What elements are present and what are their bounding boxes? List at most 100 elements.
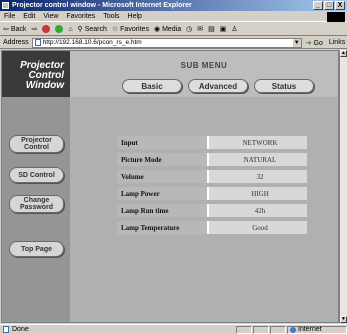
- history-button[interactable]: ◷: [186, 25, 192, 33]
- address-bar: Address http://192.168.10.6/pcon_rs_e.ht…: [0, 37, 347, 49]
- globe-icon: [290, 326, 296, 333]
- window-title: Projector control window - Microsoft Int…: [12, 2, 192, 9]
- print-icon: ▤: [208, 26, 215, 33]
- tab-advanced[interactable]: Advanced: [188, 79, 248, 93]
- edit-icon: ▣: [219, 26, 227, 33]
- mail-button[interactable]: ✉: [197, 25, 203, 33]
- menu-file[interactable]: File: [4, 13, 15, 20]
- status-label: Lamp Power: [117, 187, 207, 200]
- address-label: Address: [3, 39, 29, 46]
- search-label: Search: [84, 25, 107, 33]
- favorites-label: Favorites: [120, 25, 149, 33]
- go-label: Go: [313, 39, 323, 47]
- zone-label: Internet: [298, 326, 322, 333]
- refresh-icon: [55, 25, 64, 33]
- tab-status[interactable]: Status: [254, 79, 314, 93]
- toolbar: ⇦ Back ⇨ ⌂ ⚲ Search ☆ Favorites ◉ Media …: [0, 23, 347, 36]
- forward-arrow-icon: ⇨: [31, 26, 38, 33]
- address-input[interactable]: http://192.168.10.6/pcon_rs_e.htm ▼: [31, 37, 302, 48]
- table-row: Lamp Run time 42h: [117, 204, 307, 217]
- back-button[interactable]: ⇦ Back: [3, 25, 27, 34]
- search-button[interactable]: ⚲ Search: [77, 25, 107, 34]
- sidebar: Projector Control Window Projector Contr…: [2, 51, 70, 322]
- status-value: Good: [207, 221, 307, 234]
- forward-button[interactable]: ⇨: [31, 25, 37, 33]
- home-icon: ⌂: [68, 25, 73, 33]
- status-label: Picture Mode: [117, 153, 207, 166]
- back-arrow-icon: ⇦: [3, 26, 9, 33]
- brand-line-3: Window: [25, 80, 64, 91]
- menu-view[interactable]: View: [43, 13, 58, 20]
- tab-basic[interactable]: Basic: [122, 79, 182, 93]
- status-label: Lamp Run time: [117, 204, 207, 217]
- close-button[interactable]: X: [335, 1, 345, 10]
- table-row: Picture Mode NATURAL: [117, 153, 307, 166]
- star-icon: ☆: [111, 26, 119, 33]
- table-row: Lamp Temperature Good: [117, 221, 307, 234]
- sidebar-item-projector-control[interactable]: Projector Control: [9, 135, 64, 153]
- mail-icon: ✉: [197, 26, 204, 33]
- page-title: SUB MENU: [180, 61, 228, 70]
- status-bar: Done Internet: [0, 324, 347, 334]
- status-label: Input: [117, 136, 207, 149]
- page-icon: [3, 326, 9, 333]
- ie-icon: [2, 2, 9, 9]
- menu-edit[interactable]: Edit: [23, 13, 35, 20]
- windows-logo-icon: [327, 12, 345, 22]
- status-value: NATURAL: [207, 153, 307, 166]
- brand-title: Projector Control Window: [2, 51, 70, 97]
- menu-bar: File Edit View Favorites Tools Help: [0, 11, 347, 22]
- status-label: Lamp Temperature: [117, 221, 207, 234]
- stop-button[interactable]: [42, 25, 51, 33]
- minimize-button[interactable]: _: [313, 1, 323, 10]
- go-arrow-icon: ➔: [305, 39, 312, 47]
- title-bar: Projector control window - Microsoft Int…: [0, 0, 347, 11]
- menu-help[interactable]: Help: [128, 13, 142, 20]
- address-dropdown-icon[interactable]: ▼: [292, 38, 301, 47]
- media-button[interactable]: ◉ Media: [153, 25, 182, 34]
- back-label: Back: [10, 25, 27, 33]
- scroll-down-icon[interactable]: ▼: [340, 316, 347, 323]
- favorites-button[interactable]: ☆ Favorites: [111, 25, 149, 34]
- table-row: Volume 32: [117, 170, 307, 183]
- links-button[interactable]: Links: [329, 39, 345, 46]
- table-row: Input NETWORK: [117, 136, 307, 149]
- menu-favorites[interactable]: Favorites: [66, 13, 95, 20]
- status-cell: [270, 325, 286, 334]
- scroll-up-icon[interactable]: ▲: [340, 50, 347, 57]
- status-value: 32: [207, 170, 307, 183]
- home-button[interactable]: ⌂: [68, 26, 72, 33]
- status-cell: [253, 325, 269, 334]
- status-value: NETWORK: [207, 136, 307, 149]
- browser-window: Projector control window - Microsoft Int…: [0, 0, 347, 334]
- status-text-area: Done: [0, 326, 236, 333]
- page-icon: [34, 39, 41, 46]
- history-icon: ◷: [186, 26, 193, 33]
- sidebar-item-sd-control[interactable]: SD Control: [9, 167, 64, 183]
- stop-icon: [42, 25, 51, 33]
- media-icon: ◉: [153, 26, 161, 33]
- page-content: Projector Control Window Projector Contr…: [1, 50, 339, 323]
- status-cell: [236, 325, 252, 334]
- media-label: Media: [162, 25, 182, 33]
- menu-tools[interactable]: Tools: [103, 13, 119, 20]
- status-value: HIGH: [207, 187, 307, 200]
- status-label: Volume: [117, 170, 207, 183]
- sidebar-item-top-page[interactable]: Top Page: [9, 241, 64, 257]
- search-icon: ⚲: [77, 26, 83, 33]
- vertical-scrollbar[interactable]: ▲ ▼: [339, 50, 347, 323]
- refresh-button[interactable]: [55, 25, 64, 33]
- security-zone: Internet: [287, 325, 347, 334]
- edit-button[interactable]: ▣: [220, 25, 227, 33]
- status-value: 42h: [207, 204, 307, 217]
- messenger-button[interactable]: ♙: [231, 25, 237, 33]
- maximize-button[interactable]: □: [324, 1, 334, 10]
- sidebar-item-change-password[interactable]: Change Password: [9, 195, 64, 213]
- go-button[interactable]: ➔ Go: [306, 39, 323, 47]
- table-row: Lamp Power HIGH: [117, 187, 307, 200]
- status-text: Done: [12, 326, 29, 333]
- address-url: http://192.168.10.6/pcon_rs_e.htm: [42, 38, 142, 46]
- status-table: Input NETWORK Picture Mode NATURAL Volum…: [117, 132, 307, 238]
- print-button[interactable]: ▤: [208, 25, 215, 33]
- messenger-icon: ♙: [231, 26, 238, 33]
